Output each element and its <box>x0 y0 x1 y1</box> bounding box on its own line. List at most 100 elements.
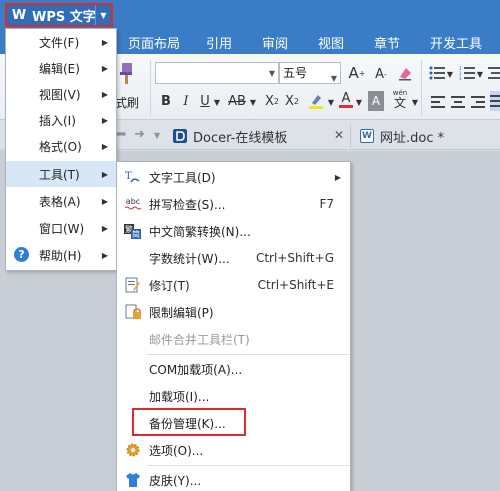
multilevel-list-icon[interactable] <box>488 63 500 83</box>
lock-icon <box>124 303 142 321</box>
format-painter-icon[interactable] <box>117 63 135 85</box>
chevron-down-icon: ▼ <box>268 69 275 78</box>
menu-item-edit[interactable]: 编辑(E) ▶ <box>6 55 116 81</box>
text-tools-icon: T <box>124 168 142 186</box>
clear-format-icon[interactable] <box>395 63 415 83</box>
doc-tab-active[interactable]: W 网址.doc * <box>360 124 500 148</box>
tab-chapter[interactable]: 章节 <box>374 33 400 52</box>
back-arrow-icon[interactable]: ➦ <box>116 127 127 142</box>
docer-icon <box>173 129 187 143</box>
phonetic-guide-icon[interactable]: wén 文 <box>388 88 412 109</box>
chevron-right-icon: ▶ <box>101 115 108 125</box>
chevron-down-icon[interactable]: ▼ <box>248 92 258 112</box>
chinese-convert-icon: 繁简 <box>124 222 142 240</box>
menu-item-table[interactable]: 表格(A) ▶ <box>6 188 116 214</box>
svg-text:3: 3 <box>459 76 462 80</box>
svg-text:T: T <box>125 171 132 182</box>
menu-item-help[interactable]: ? 帮助(H) ▶ <box>6 242 116 268</box>
wps-menu-button[interactable]: W WPS 文字 ▼ <box>5 3 113 27</box>
menu-item-spell-check[interactable]: abc 拼写检查(S)... F7 <box>117 191 350 217</box>
strikethrough-icon[interactable]: AB <box>226 91 248 111</box>
chevron-right-icon: ▶ <box>334 172 341 182</box>
tab-review[interactable]: 审阅 <box>262 33 288 52</box>
chevron-down-icon[interactable]: ▼ <box>476 64 484 84</box>
close-icon[interactable]: ✕ <box>334 128 344 142</box>
char-shading-icon[interactable]: A <box>368 91 384 111</box>
menu-item-file[interactable]: 文件(F) ▶ <box>6 29 116 55</box>
menu-item-skin[interactable]: 皮肤(Y)... <box>117 467 350 491</box>
chevron-right-icon: ▶ <box>101 141 108 151</box>
chevron-down-icon[interactable]: ▼ <box>410 92 420 112</box>
align-right-icon[interactable] <box>470 92 486 112</box>
doc-tab-label: 网址.doc * <box>380 130 445 146</box>
app-menu: 文件(F) ▶ 编辑(E) ▶ 视图(V) ▶ 插入(I) ▶ 格式(O) ▶ 工具(T)… <box>5 28 117 271</box>
menu-item-insert[interactable]: 插入(I) ▶ <box>6 107 116 133</box>
format-painter-label[interactable]: 式刷 <box>115 94 139 111</box>
menu-item-options[interactable]: 选项(O)... <box>117 437 350 463</box>
spell-check-icon: abc <box>124 195 142 213</box>
align-justify-icon[interactable] <box>490 91 500 111</box>
align-left-icon[interactable] <box>430 92 446 112</box>
menu-item-tools[interactable]: 工具(T) ▶ <box>6 161 116 187</box>
chevron-down-icon[interactable]: ▼ <box>95 5 111 25</box>
ribbon-divider <box>150 60 151 116</box>
chevron-right-icon: ▶ <box>101 223 108 233</box>
font-color-icon[interactable]: A <box>338 90 354 110</box>
forward-arrow-icon[interactable]: ➜ <box>134 127 145 142</box>
callout-highlight-box <box>132 408 246 436</box>
tab-view[interactable]: 视图 <box>318 33 344 52</box>
ribbon-divider <box>421 60 422 116</box>
word-doc-icon: W <box>360 129 374 143</box>
menu-item-window[interactable]: 窗口(W) ▶ <box>6 215 116 241</box>
superscript-icon[interactable]: X2 <box>262 91 282 111</box>
help-icon: ? <box>14 247 29 262</box>
font-size-value: 五号 <box>283 66 308 80</box>
menu-item-format[interactable]: 格式(O) ▶ <box>6 133 116 159</box>
menu-item-text-tools[interactable]: T 文字工具(D) ▶ <box>117 164 350 190</box>
chevron-right-icon: ▶ <box>101 37 108 47</box>
title-bar: W WPS 文字 ▼ <box>0 0 500 28</box>
chevron-down-icon: ▼ <box>330 74 337 83</box>
shirt-icon <box>124 471 142 489</box>
font-name-select[interactable]: ▼ <box>155 62 279 84</box>
menu-divider <box>147 354 350 355</box>
tools-submenu: T 文字工具(D) ▶ abc 拼写检查(S)... F7 繁简 中文简繁转换(… <box>116 161 351 491</box>
numbered-list-icon[interactable]: 123 <box>458 63 476 83</box>
shrink-font-icon[interactable]: A- <box>371 64 391 84</box>
menu-item-simplified-traditional[interactable]: 繁简 中文简繁转换(N)... <box>117 218 350 244</box>
italic-icon[interactable]: I <box>178 91 194 111</box>
track-changes-icon <box>124 276 142 294</box>
tab-page-layout[interactable]: 页面布局 <box>128 33 180 52</box>
chevron-down-icon[interactable]: ▼ <box>354 92 364 112</box>
menu-item-com-addins[interactable]: COM加载项(A)... <box>117 356 350 382</box>
doc-tab-label: Docer-在线模板 <box>193 130 288 146</box>
highlight-icon[interactable] <box>306 91 326 111</box>
chevron-right-icon: ▶ <box>101 89 108 99</box>
menu-item-addins[interactable]: 加载项(I)... <box>117 383 350 409</box>
chevron-down-icon[interactable]: ▼ <box>326 92 336 112</box>
menu-divider <box>147 465 350 466</box>
app-title: WPS 文字 <box>32 9 96 25</box>
font-size-select[interactable]: 五号 ▼ <box>279 62 341 84</box>
bold-icon[interactable]: B <box>158 91 174 111</box>
chevron-right-icon: ▶ <box>101 250 108 260</box>
menu-item-restrict-editing[interactable]: 限制编辑(P) <box>117 299 350 325</box>
bullet-list-icon[interactable] <box>428 63 446 83</box>
menu-item-track-changes[interactable]: 修订(T) Ctrl+Shift+E <box>117 272 350 298</box>
chevron-down-icon[interactable]: ▼ <box>446 64 454 84</box>
grow-font-icon[interactable]: A + <box>347 63 367 83</box>
underline-icon[interactable]: U <box>198 91 212 111</box>
align-center-icon[interactable] <box>450 92 466 112</box>
svg-text:简: 简 <box>132 229 140 239</box>
chevron-down-icon[interactable]: ▼ <box>154 131 160 140</box>
subscript-icon[interactable]: X2 <box>282 91 302 111</box>
tab-references[interactable]: 引用 <box>206 33 232 52</box>
chevron-down-icon[interactable]: ▼ <box>212 92 222 112</box>
wps-logo-icon: W <box>11 7 27 23</box>
tab-developer[interactable]: 开发工具 <box>430 33 482 52</box>
menu-item-view[interactable]: 视图(V) ▶ <box>6 81 116 107</box>
chevron-right-icon: ▶ <box>101 196 108 206</box>
chevron-right-icon: ▶ <box>101 169 108 179</box>
menu-item-word-count[interactable]: 字数统计(W)... Ctrl+Shift+G <box>117 245 350 271</box>
doc-tab-docer[interactable]: Docer-在线模板 <box>173 124 351 148</box>
